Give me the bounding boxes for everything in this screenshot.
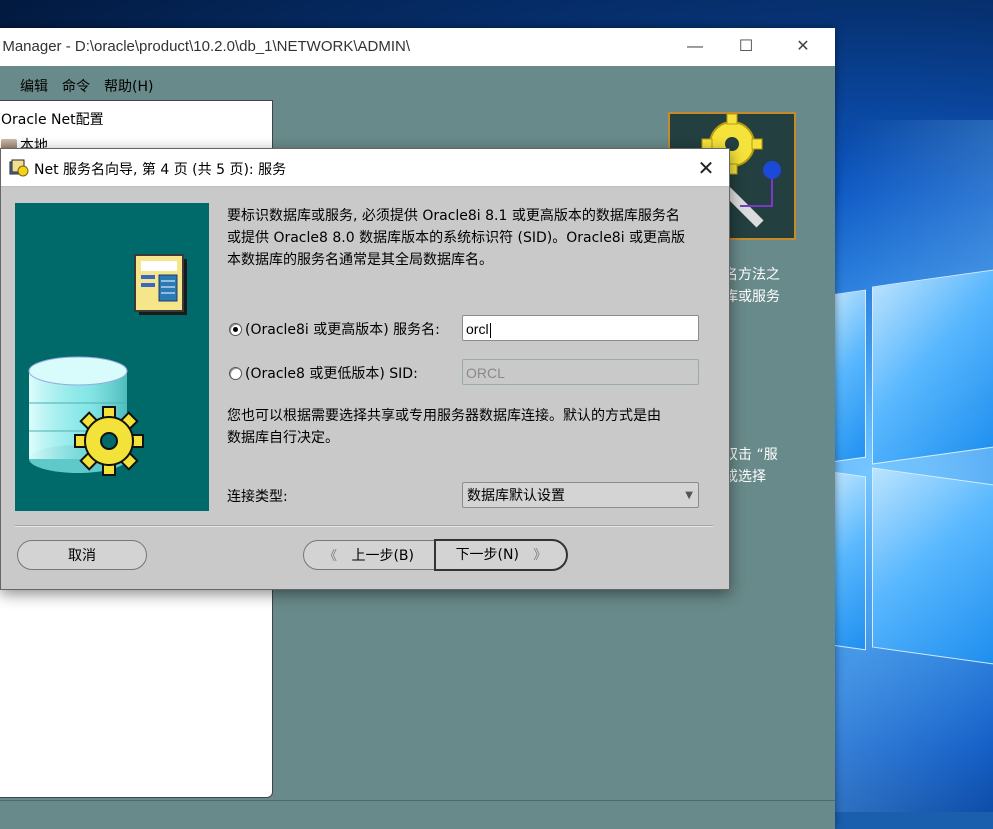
sid-input[interactable]: ORCL [462,359,699,385]
minimize-button[interactable]: — [672,28,718,66]
next-button[interactable]: 下一步(N) 》 [434,539,568,571]
connection-text-line-2: 数据库自行决定。 [227,430,339,446]
back-button[interactable]: 《 上一步(B) [303,540,435,570]
chevron-right-icon: 》 [533,548,547,563]
tree-item-label: Oracle Net配置 [1,112,104,128]
service-name-radio-label: (Oracle8i 或更高版本) 服务名: [245,322,440,338]
dialog-separator [15,525,713,527]
main-title-bar: t Manager - D:\oracle\product\10.2.0\db_… [0,28,835,66]
chevron-left-icon: 《 [324,549,338,564]
cancel-button-label: 取消 [68,548,96,564]
service-name-input-value: orcl [466,321,489,337]
text-caret [489,322,491,338]
sid-input-value: ORCL [466,365,505,381]
cancel-button[interactable]: 取消 [17,540,147,570]
dropdown-arrow-icon: ▼ [685,490,693,501]
close-button[interactable]: ✕ [780,28,826,66]
menu-item-file[interactable]: ） [0,76,6,96]
wizard-app-icon [9,158,29,178]
connection-type-label: 连接类型: [227,489,288,505]
service-name-radio[interactable] [229,323,242,336]
net-service-name-wizard-dialog: Net 服务名向导, 第 4 页 (共 5 页): 服务 ✕ 要标识数据库或服务… [0,148,730,590]
side-help-text-2: 库或服务 [724,289,780,305]
status-bar [0,800,835,829]
windows-logo-icon [832,268,993,688]
sid-radio[interactable] [229,367,242,380]
side-help-text-3: 双击 “服 [724,447,778,463]
wizard-illustration [15,203,209,511]
service-name-input[interactable]: orcl [462,315,699,341]
menu-item-edit[interactable]: 编辑 [20,76,48,96]
menu-item-help[interactable]: 帮助(H) [104,76,153,96]
side-help-text-1: 名方法之 [724,267,780,283]
sid-radio-label: (Oracle8 或更低版本) SID: [245,366,418,382]
connection-type-select[interactable]: 数据库默认设置 ▼ [462,482,699,508]
dialog-title-bar: Net 服务名向导, 第 4 页 (共 5 页): 服务 ✕ [1,149,729,187]
menu-item-command[interactable]: 命令 [62,76,90,96]
dialog-title: Net 服务名向导, 第 4 页 (共 5 页): 服务 [34,162,287,178]
intro-text-line-3: 本数据库的服务名通常是其全局数据库名。 [227,252,493,268]
maximize-button[interactable]: ☐ [723,28,769,66]
main-window-title: t Manager - D:\oracle\product\10.2.0\db_… [0,38,410,55]
intro-text-line-1: 要标识数据库或服务, 必须提供 Oracle8i 8.1 或更高版本的数据库服务… [227,208,680,224]
connection-type-selected: 数据库默认设置 [467,488,565,504]
tree-item-oracle-net-config[interactable]: Oracle Net配置 [1,109,104,129]
dialog-close-button[interactable]: ✕ [691,153,721,183]
intro-text-line-2: 或提供 Oracle8 8.0 数据库版本的系统标识符 (SID)。Oracle… [227,230,686,246]
connection-text-line-1: 您也可以根据需要选择共享或专用服务器数据库连接。默认的方式是由 [227,408,661,424]
next-button-label: 下一步(N) [455,547,519,563]
menu-bar: ） 编辑 命令 帮助(H) [0,66,835,101]
back-button-label: 上一步(B) [351,548,414,564]
side-help-text-4: 或选择 [724,469,766,485]
